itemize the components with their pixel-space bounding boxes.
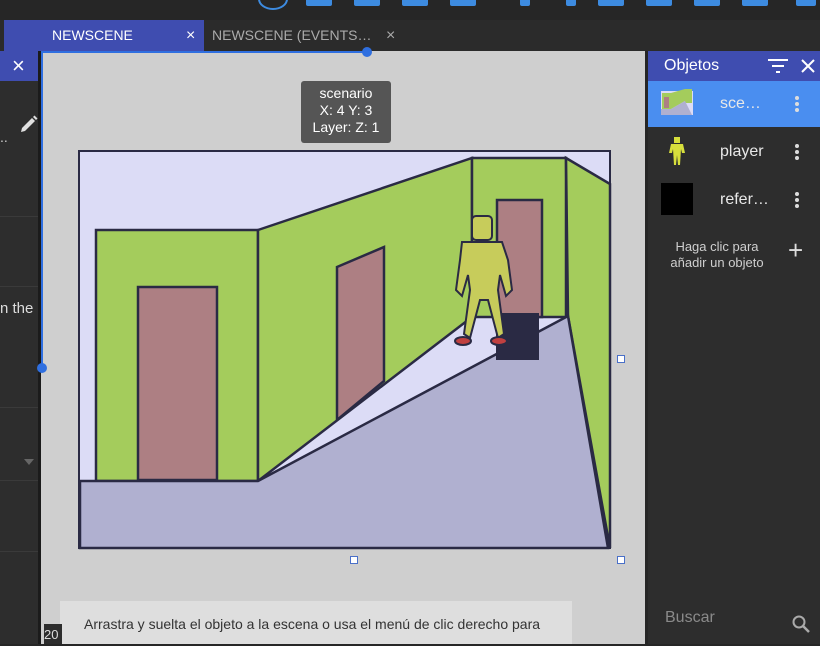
resize-handle[interactable] — [617, 556, 625, 564]
search-input[interactable]: Buscar — [665, 609, 715, 627]
tab-label: NEWSCENE (EVENTS… — [212, 27, 372, 43]
close-icon[interactable] — [801, 59, 815, 73]
tooltip-object-name: scenario — [319, 85, 373, 101]
object-item-player[interactable]: player — [648, 129, 820, 175]
scenario-thumbnail-icon — [661, 89, 693, 115]
tab-bar: NEWSCENE × NEWSCENE (EVENTS… × — [0, 20, 820, 51]
drag-drop-hint: Arrastra y suelta el objeto a la escena … — [60, 601, 572, 644]
divider — [0, 407, 38, 408]
toolbar-icon[interactable] — [598, 0, 624, 6]
close-icon[interactable]: × — [12, 51, 25, 81]
filter-icon[interactable] — [768, 59, 788, 73]
toolbar-icon[interactable] — [306, 0, 332, 6]
divider — [0, 480, 38, 481]
toolbar-icon[interactable] — [402, 0, 428, 6]
property-label-fragment: .. — [0, 129, 8, 145]
objects-panel-title: Objetos — [664, 57, 720, 74]
properties-panel-header: × — [0, 51, 38, 81]
more-options-icon[interactable] — [794, 94, 800, 114]
player-thumbnail-icon — [669, 137, 685, 165]
toolbar — [0, 0, 820, 20]
black-square-thumbnail-icon — [661, 183, 693, 215]
toolbar-icon[interactable] — [450, 0, 476, 6]
object-item-scenario[interactable]: sce… — [648, 81, 820, 127]
objects-panel: Objetos sce… player refer… Haga clic par… — [648, 51, 820, 644]
close-icon[interactable]: × — [386, 20, 395, 51]
selection-edge — [41, 51, 367, 53]
resize-handle[interactable] — [362, 47, 372, 57]
object-name: sce… — [720, 95, 761, 112]
search-icon[interactable] — [792, 615, 810, 633]
edit-icon[interactable] — [19, 114, 39, 134]
corner-number: 20 — [44, 624, 62, 644]
more-options-icon[interactable] — [794, 142, 800, 162]
add-object-hint: Haga clic para añadir un objeto — [670, 239, 764, 270]
objects-panel-header: Objetos — [648, 51, 820, 81]
scenario-instance[interactable] — [78, 150, 614, 552]
toolbar-icon[interactable] — [566, 0, 576, 6]
toolbar-icon[interactable] — [354, 0, 380, 6]
more-options-icon[interactable] — [794, 190, 800, 210]
properties-panel: × .. n the — [0, 51, 38, 644]
add-object-button[interactable]: + — [788, 237, 803, 263]
toolbar-icon[interactable] — [258, 0, 288, 10]
resize-handle[interactable] — [617, 355, 625, 363]
chevron-down-icon[interactable] — [24, 459, 34, 465]
tooltip-position: X: 4 Y: 3 — [319, 102, 373, 118]
divider — [0, 286, 38, 287]
tab-label: NEWSCENE — [52, 27, 133, 43]
divider — [0, 551, 38, 552]
toolbar-icon[interactable] — [646, 0, 672, 6]
resize-handle[interactable] — [37, 363, 47, 373]
object-item-reference[interactable]: refer… — [648, 177, 820, 223]
tab-newscene-events[interactable]: NEWSCENE (EVENTS… × — [204, 20, 404, 51]
toolbar-icon[interactable] — [742, 0, 768, 6]
object-name: refer… — [720, 191, 769, 208]
close-icon[interactable]: × — [186, 20, 195, 51]
object-name: player — [720, 143, 764, 160]
tab-newscene[interactable]: NEWSCENE × — [4, 20, 204, 51]
divider — [0, 216, 38, 217]
selection-edge — [41, 51, 43, 369]
toolbar-icon[interactable] — [796, 0, 816, 6]
instance-tooltip: scenario X: 4 Y: 3 Layer: Z: 1 — [301, 81, 391, 143]
tooltip-layer: Layer: Z: 1 — [312, 119, 380, 135]
property-text-fragment: n the — [0, 300, 34, 317]
toolbar-icon[interactable] — [694, 0, 720, 6]
toolbar-icon[interactable] — [520, 0, 530, 6]
resize-handle[interactable] — [350, 556, 358, 564]
